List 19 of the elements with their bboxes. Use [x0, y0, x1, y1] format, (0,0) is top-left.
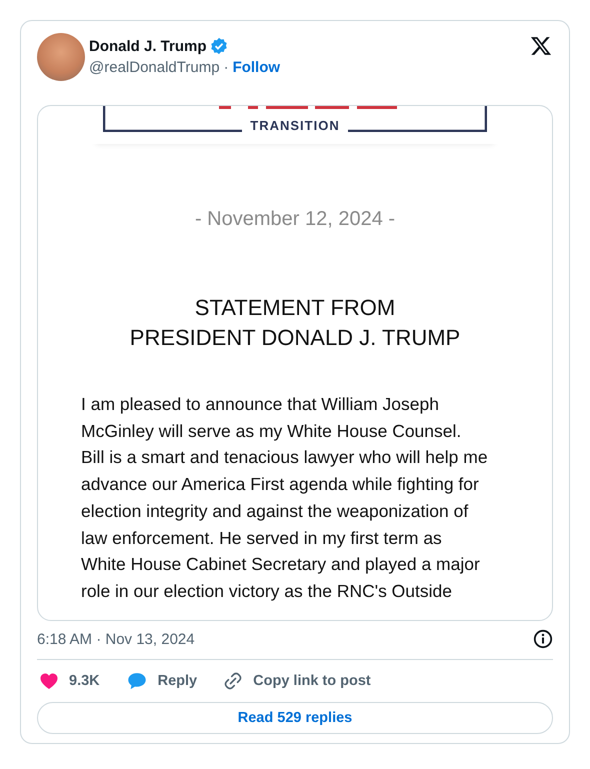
- author-handle[interactable]: @realDonaldTrump: [89, 59, 220, 76]
- action-label: Copy link to post: [253, 673, 371, 689]
- action-label: 9.3K: [69, 673, 100, 689]
- post-timestamp[interactable]: 6:18 AM · Nov 13, 2024: [37, 630, 195, 648]
- author-name[interactable]: Donald J. Trump: [89, 38, 207, 54]
- statement-heading: STATEMENT FROM PRESIDENT DONALD J. TRUMP: [130, 294, 460, 352]
- avatar[interactable]: [37, 33, 85, 81]
- x-logo-icon[interactable]: [529, 35, 553, 57]
- like-action[interactable]: 9.3K: [37, 671, 100, 691]
- reply-action[interactable]: Reply: [124, 671, 198, 691]
- follow-link[interactable]: Follow: [232, 59, 280, 76]
- separator-dot: ·: [224, 59, 229, 76]
- statement-date: - November 12, 2024 -: [194, 208, 396, 231]
- logo-caption: TRANSITION: [242, 118, 348, 133]
- read-replies-button[interactable]: Read 529 replies: [37, 702, 553, 734]
- action-label: Reply: [158, 673, 198, 689]
- statement-text: I am pleased to announce that William Joseph McGinley will serve as my White House Counsel. Bill is a smart and tenacious lawyer who will help me advance our America First agenda while fighting for election integrity and against the weaponization of law enforcement. He served in my first term as White House Cabinet Secretary and played a major role in our election victory as the RNC's Outside: [81, 393, 488, 603]
- info-icon[interactable]: [533, 629, 553, 649]
- copy-action[interactable]: Copy link to post: [221, 671, 371, 691]
